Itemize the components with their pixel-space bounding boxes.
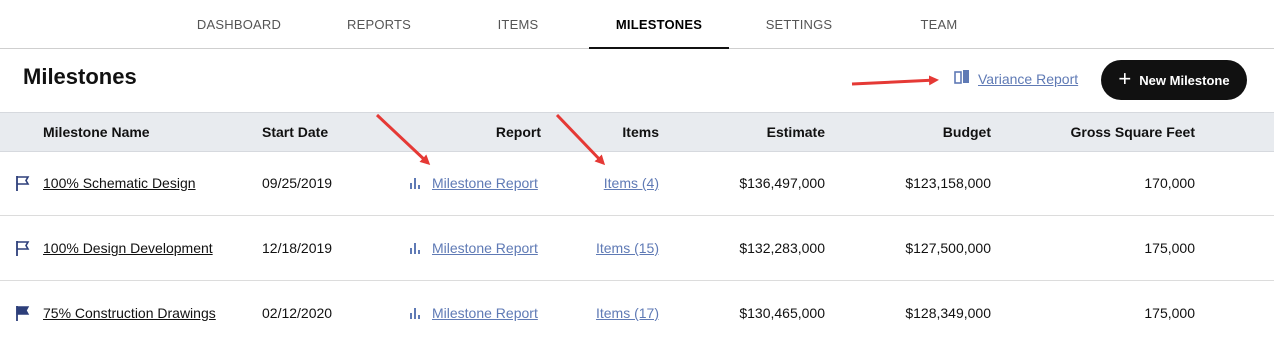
flag-outline-icon[interactable] xyxy=(15,151,31,215)
column-start-date[interactable]: Start Date xyxy=(262,113,328,151)
budget-value: $128,349,000 xyxy=(905,305,991,321)
start-date: 02/12/2020 xyxy=(262,305,333,321)
gsf-value: 170,000 xyxy=(1144,175,1195,191)
compare-icon xyxy=(954,69,970,88)
milestones-page: DASHBOARD REPORTS ITEMS MILESTONES SETTI… xyxy=(0,0,1274,345)
table-header: Milestone Name Start Date Report Items E… xyxy=(0,112,1274,152)
flag-outline-icon[interactable] xyxy=(15,216,31,280)
column-estimate[interactable]: Estimate xyxy=(700,113,825,151)
start-date: 09/25/2019 xyxy=(262,175,333,191)
column-report: Report xyxy=(495,124,541,140)
items-link[interactable]: Items (17) xyxy=(560,281,659,345)
table-row: 100% Schematic Design 09/25/2019 Milesto… xyxy=(0,151,1274,216)
flag-filled-icon[interactable] xyxy=(15,281,31,345)
budget-value: $123,158,000 xyxy=(905,175,991,191)
new-milestone-label: New Milestone xyxy=(1139,72,1230,88)
tab-items[interactable]: ITEMS xyxy=(494,0,542,48)
tab-milestones[interactable]: MILESTONES xyxy=(589,0,729,49)
top-navigation: DASHBOARD REPORTS ITEMS MILESTONES SETTI… xyxy=(0,0,1274,49)
milestone-name-link[interactable]: 75% Construction Drawings xyxy=(43,281,216,345)
estimate-value: $136,497,000 xyxy=(739,175,825,191)
milestone-name-link[interactable]: 100% Schematic Design xyxy=(43,151,196,215)
column-budget[interactable]: Budget xyxy=(860,113,991,151)
plus-icon: + xyxy=(1118,66,1132,91)
variance-report-link[interactable]: Variance Report xyxy=(954,69,1078,88)
gsf-value: 175,000 xyxy=(1144,240,1195,256)
arrow-to-variance xyxy=(851,75,939,86)
budget-value: $127,500,000 xyxy=(905,240,991,256)
tab-settings[interactable]: SETTINGS xyxy=(763,0,835,48)
variance-report-label: Variance Report xyxy=(978,70,1079,87)
estimate-value: $130,465,000 xyxy=(739,305,825,321)
items-link[interactable]: Items (4) xyxy=(560,151,659,215)
estimate-value: $132,283,000 xyxy=(739,240,825,256)
table-row: 100% Design Development 12/18/2019 Miles… xyxy=(0,216,1274,281)
new-milestone-button[interactable]: + New Milestone xyxy=(1101,60,1247,100)
bar-chart-icon xyxy=(410,177,420,189)
tab-team[interactable]: TEAM xyxy=(916,0,962,48)
milestone-name-link[interactable]: 100% Design Development xyxy=(43,216,213,280)
start-date: 12/18/2019 xyxy=(262,240,333,256)
items-link[interactable]: Items (15) xyxy=(560,216,659,280)
bar-chart-icon xyxy=(410,242,420,254)
tab-dashboard[interactable]: DASHBOARD xyxy=(196,0,282,48)
milestone-report-link[interactable]: Milestone Report xyxy=(410,281,538,345)
milestone-report-link[interactable]: Milestone Report xyxy=(410,151,538,215)
gsf-value: 175,000 xyxy=(1144,305,1195,321)
column-milestone-name[interactable]: Milestone Name xyxy=(43,113,150,151)
milestone-report-link[interactable]: Milestone Report xyxy=(410,216,538,280)
bar-chart-icon xyxy=(410,307,420,319)
column-gross-square-feet[interactable]: Gross Square Feet xyxy=(1030,113,1196,151)
page-title: Milestones xyxy=(23,64,137,89)
table-row: 75% Construction Drawings 02/12/2020 Mil… xyxy=(0,281,1274,345)
tab-reports[interactable]: REPORTS xyxy=(345,0,413,48)
column-items: Items xyxy=(622,124,659,140)
